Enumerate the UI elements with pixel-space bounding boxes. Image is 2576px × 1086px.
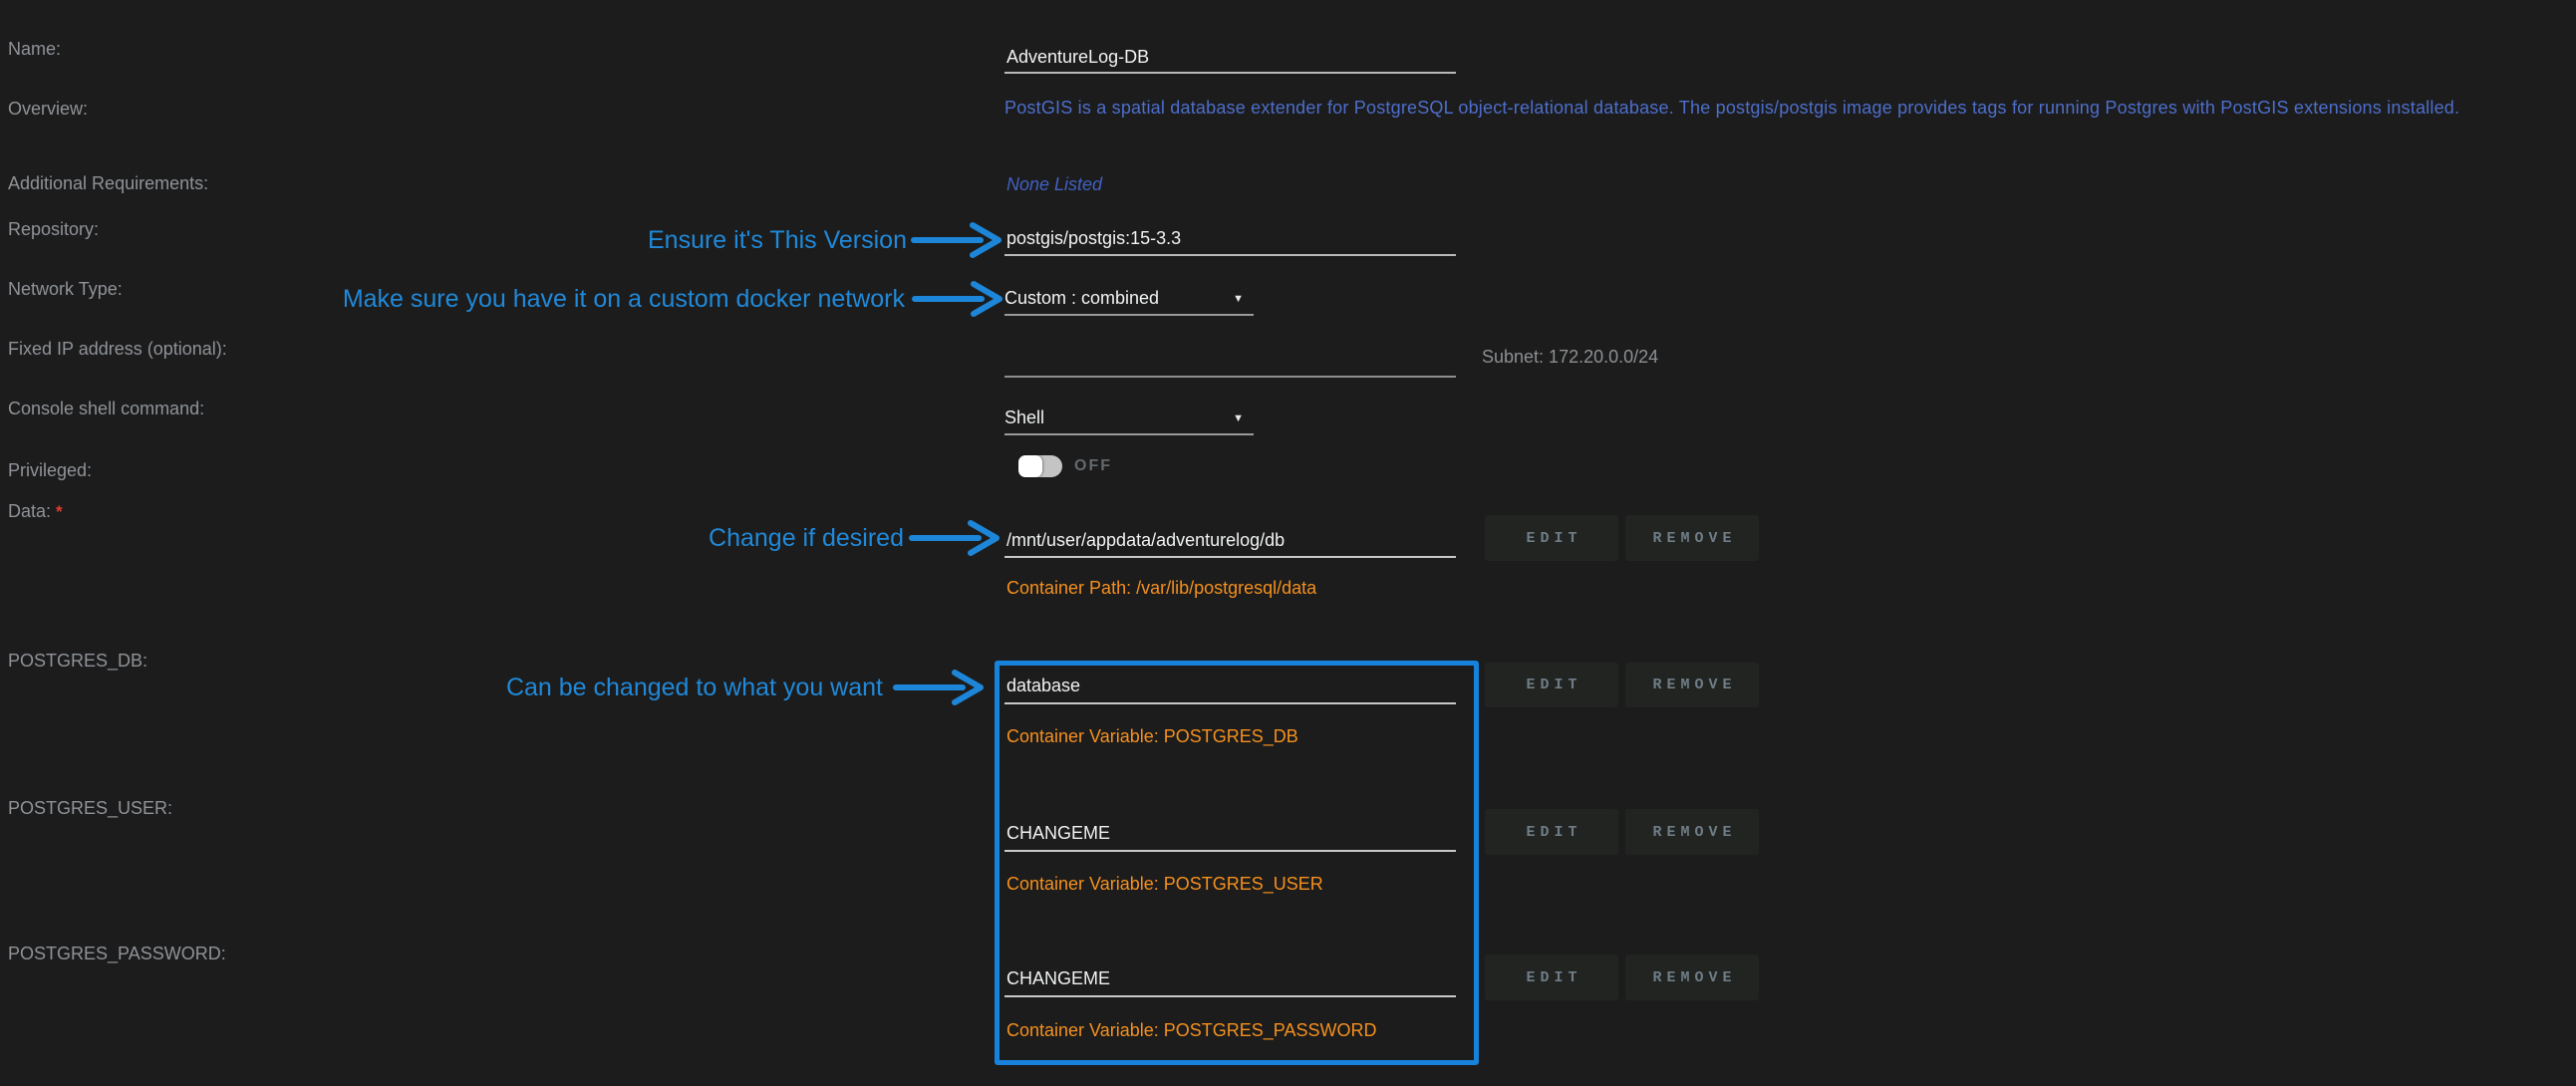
additional-requirements-value: None Listed [1006,171,1102,197]
field-label-fixed-ip: Fixed IP address (optional): [8,337,227,361]
remove-button[interactable]: REMOVE [1625,809,1759,855]
container-variable-note: Container Variable: POSTGRES_PASSWORD [1006,1018,1376,1042]
field-label-privileged: Privileged: [8,458,92,482]
annotation-network: Make sure you have it on a custom docker… [343,284,905,314]
remove-button[interactable]: REMOVE [1625,515,1759,561]
repository-input[interactable] [1004,225,1456,256]
container-variable-note: Container Variable: POSTGRES_USER [1006,872,1323,896]
subnet-note: Subnet: 172.20.0.0/24 [1482,344,1658,370]
field-label-console-shell: Console shell command: [8,397,204,420]
highlight-box [995,661,1479,1065]
annotation-arrow-icon [893,668,985,707]
edit-button[interactable]: EDIT [1485,954,1618,1000]
remove-button[interactable]: REMOVE [1625,663,1759,707]
edit-button[interactable]: EDIT [1485,809,1618,855]
edit-button[interactable]: EDIT [1485,663,1618,707]
field-label-network-type: Network Type: [8,277,123,301]
select-caret-icon: ▼ [1233,293,1244,305]
container-variable-note: Container Variable: POSTGRES_DB [1006,724,1298,748]
annotation-arrow-icon [909,518,1001,558]
name-input[interactable] [1004,44,1456,74]
console-shell-selected-value: Shell [1004,407,1044,428]
annotation-arrow-icon [911,220,1002,260]
postgres-password-input[interactable] [1004,964,1456,997]
postgres-user-input[interactable] [1004,819,1456,852]
remove-button[interactable]: REMOVE [1625,954,1759,1000]
annotation-env: Can be changed to what you want [506,673,883,702]
field-label-additional-requirements: Additional Requirements: [8,171,208,195]
field-label-data: Data: * [8,499,63,524]
fixed-ip-input[interactable] [1004,347,1456,378]
required-asterisk: * [56,502,63,521]
postgres-db-input[interactable] [1004,672,1456,704]
network-type-selected-value: Custom : combined [1004,288,1159,309]
network-type-select[interactable]: Custom : combined ▼ [1004,283,1254,316]
privileged-toggle[interactable] [1018,455,1062,477]
docker-template-form: Name: Overview: Additional Requirements:… [0,0,2576,1086]
data-host-path-input[interactable] [1004,526,1456,558]
field-label-postgres-db: POSTGRES_DB: [8,649,147,673]
edit-button[interactable]: EDIT [1485,515,1618,561]
annotation-data: Change if desired [709,523,904,553]
data-label-text: Data: [8,501,51,521]
select-caret-icon: ▼ [1233,412,1244,424]
field-label-name: Name: [8,37,61,61]
overview-text: PostGIS is a spatial database extender f… [1004,95,2459,121]
field-label-overview: Overview: [8,97,88,121]
annotation-version: Ensure it's This Version [648,225,907,255]
field-label-repository: Repository: [8,217,99,241]
privileged-state-label: OFF [1074,454,1112,478]
console-shell-select[interactable]: Shell ▼ [1004,403,1254,435]
annotation-arrow-icon [912,279,1003,319]
container-path-note: Container Path: /var/lib/postgresql/data [1006,576,1316,600]
field-label-postgres-password: POSTGRES_PASSWORD: [8,942,226,965]
field-label-postgres-user: POSTGRES_USER: [8,796,172,820]
toggle-knob [1018,455,1042,477]
